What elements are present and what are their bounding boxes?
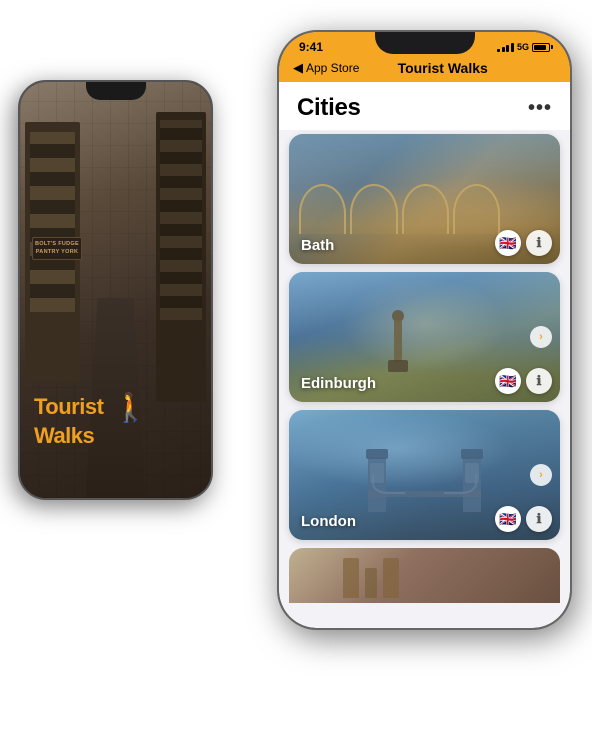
signal-icon <box>497 43 514 52</box>
status-icons: 5G <box>497 42 550 52</box>
bath-badge: 🇬🇧 ℹ <box>495 230 552 256</box>
back-logo: Tourist 🚶 Walks <box>34 393 197 448</box>
city-name-bath: Bath <box>301 237 334 254</box>
city-card-bath[interactable]: Bath 🇬🇧 ℹ <box>289 134 560 264</box>
city-card-edinburgh[interactable]: › Edinburgh 🇬🇧 ℹ <box>289 272 560 402</box>
york-towers <box>343 558 399 598</box>
status-time: 9:41 <box>299 40 323 54</box>
logo-text: Tourist 🚶 Walks <box>34 393 197 448</box>
nav-title: Tourist Walks <box>359 60 526 76</box>
battery-fill <box>534 45 546 50</box>
phone-back: BOLT'S FUDGE PANTRY YORK Tourist 🚶 Walks <box>18 80 213 500</box>
page-title: Cities <box>297 94 361 122</box>
info-button-london[interactable]: ℹ <box>526 506 552 532</box>
york-image <box>289 548 560 603</box>
volume-down-button <box>277 197 279 237</box>
bath-arches <box>299 179 500 234</box>
volume-up-button <box>277 147 279 187</box>
app-store-nav: ◀ App Store Tourist Walks <box>279 58 570 82</box>
info-button-bath[interactable]: ℹ <box>526 230 552 256</box>
city-card-york-partial[interactable] <box>289 548 560 603</box>
tower-bridge <box>343 447 506 512</box>
power-button <box>570 132 572 182</box>
edinburgh-badge: 🇬🇧 ℹ <box>495 368 552 394</box>
uk-flag-london[interactable]: 🇬🇧 <box>495 506 521 532</box>
sign-text: BOLT'S FUDGE PANTRY YORK <box>35 241 79 256</box>
walker-icon: 🚶 <box>113 393 147 424</box>
app-store-label[interactable]: App Store <box>306 61 359 75</box>
edinburgh-chevron[interactable]: › <box>530 326 552 348</box>
back-phone-notch <box>86 82 146 100</box>
carrier-label: 5G <box>517 42 529 52</box>
london-badge: 🇬🇧 ℹ <box>495 506 552 532</box>
front-phone-notch <box>375 32 475 54</box>
back-arrow-icon[interactable]: ◀ <box>293 60 303 76</box>
city-card-london[interactable]: › London 🇬🇧 ℹ <box>289 410 560 540</box>
city-name-edinburgh: Edinburgh <box>301 375 376 392</box>
back-phone-screen: BOLT'S FUDGE PANTRY YORK Tourist 🚶 Walks <box>20 82 211 498</box>
uk-flag-edinburgh[interactable]: 🇬🇧 <box>495 368 521 394</box>
shop-sign: BOLT'S FUDGE PANTRY YORK <box>32 237 82 260</box>
info-button-edinburgh[interactable]: ℹ <box>526 368 552 394</box>
page-header: Cities ••• <box>279 82 570 130</box>
london-chevron[interactable]: › <box>530 464 552 486</box>
cities-list: Bath 🇬🇧 ℹ › <box>279 130 570 628</box>
phone-front: 9:41 5G ◀ App Store <box>277 30 572 630</box>
mute-button <box>277 112 279 137</box>
more-options-icon[interactable]: ••• <box>528 97 552 120</box>
building-right <box>156 112 206 402</box>
battery-icon <box>532 43 550 52</box>
city-name-london: London <box>301 513 356 530</box>
scene: BOLT'S FUDGE PANTRY YORK Tourist 🚶 Walks… <box>0 0 592 745</box>
uk-flag-bath[interactable]: 🇬🇧 <box>495 230 521 256</box>
edinburgh-monument <box>384 302 412 372</box>
front-phone-screen: 9:41 5G ◀ App Store <box>279 32 570 628</box>
